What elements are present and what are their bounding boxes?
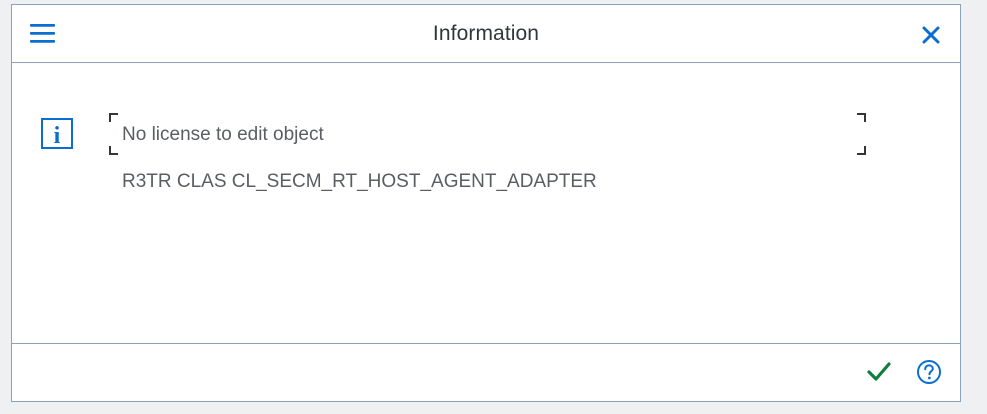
message-text: No license to edit object (122, 124, 324, 145)
help-button[interactable] (916, 359, 942, 385)
dialog-header: Information (12, 5, 960, 63)
dialog-title: Information (432, 22, 540, 45)
ok-button[interactable] (866, 360, 892, 384)
dialog-footer (12, 343, 960, 401)
focus-corner (109, 113, 118, 122)
help-icon (917, 360, 941, 384)
information-dialog: Information i No license to edit object … (11, 4, 961, 402)
dialog-content: i No license to edit object R3TR CLAS CL… (12, 63, 960, 345)
focus-corner (857, 146, 866, 155)
focus-corner (109, 146, 118, 155)
message-box[interactable]: No license to edit object (109, 113, 866, 155)
info-icon: i (41, 118, 73, 149)
focus-corner (857, 113, 866, 122)
checkmark-icon (867, 362, 891, 381)
close-button[interactable] (922, 26, 940, 44)
svg-text:i: i (54, 123, 61, 149)
object-detail-text: R3TR CLAS CL_SECM_RT_HOST_AGENT_ADAPTER (122, 171, 597, 192)
close-icon (922, 26, 940, 44)
